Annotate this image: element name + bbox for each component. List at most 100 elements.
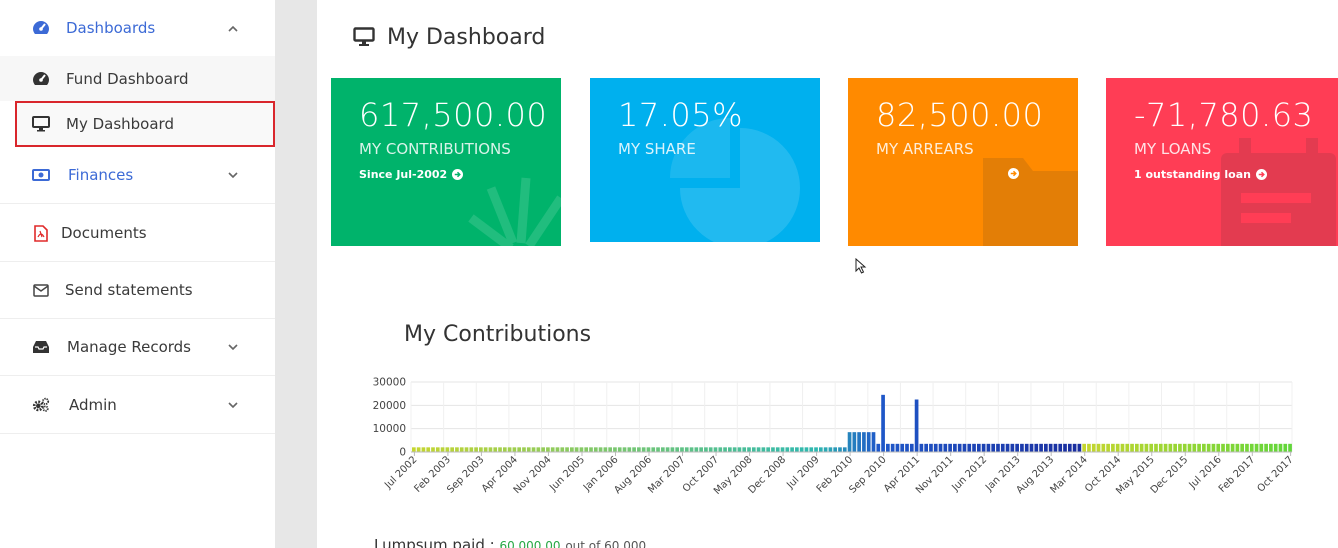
chart-bar: [498, 447, 502, 452]
card-link-text: 1 outstanding loan: [1134, 168, 1251, 181]
chart-bar: [1005, 443, 1010, 452]
chart-bar: [775, 447, 780, 452]
chart-bar: [943, 443, 948, 452]
chart-bar: [981, 443, 986, 452]
chart-bar: [1283, 443, 1288, 452]
chart-bar: [953, 443, 957, 452]
sidebar: Dashboards Fund Dashboard My Dashboard F…: [0, 0, 275, 548]
card-my-share[interactable]: 17.05% MY SHARE: [590, 78, 820, 242]
x-tick-label: Jun 2012: [950, 454, 990, 494]
chart-bar: [579, 447, 584, 452]
sidebar-item-documents[interactable]: Documents: [0, 205, 275, 262]
chevron-down-icon[interactable]: [226, 340, 240, 354]
chart-bar: [531, 447, 536, 452]
card-value: -71,780.63: [1134, 96, 1314, 134]
sidebar-divider: [275, 0, 317, 548]
chart-bar: [603, 447, 608, 452]
chart-bar: [972, 443, 976, 452]
chart-bar: [708, 447, 713, 452]
chevron-up-icon[interactable]: [226, 21, 240, 35]
chart-bar: [1048, 443, 1053, 452]
chart-bar: [613, 447, 617, 452]
chart-bar: [804, 447, 809, 452]
chart-bars: [412, 394, 1292, 452]
chart-bar: [479, 447, 483, 452]
chart-bar: [469, 447, 474, 452]
chevron-down-icon[interactable]: [226, 168, 240, 182]
chart-bar: [1173, 443, 1177, 452]
lumpsum-paid: 60,000.00: [499, 539, 561, 548]
chart-bar: [742, 447, 747, 452]
chart-bar: [450, 447, 454, 452]
card-my-contributions[interactable]: 617,500.00 MY CONTRIBUTIONS Since Jul-20…: [331, 78, 561, 246]
chart-bar: [474, 447, 478, 452]
chart-bar: [1149, 443, 1154, 452]
chart-bar: [584, 447, 589, 452]
chart-bar: [986, 443, 991, 452]
card-my-loans[interactable]: -71,780.63 MY LOANS 1 outstanding loan: [1106, 78, 1338, 246]
chart-bar: [1063, 443, 1067, 452]
chart-bar: [1111, 443, 1115, 452]
chevron-down-icon[interactable]: [226, 398, 240, 412]
chart-bar: [488, 447, 493, 452]
arrow-circle-right-icon: [1255, 169, 1267, 180]
chart-bar: [1211, 443, 1216, 452]
chart-bar: [900, 443, 905, 452]
card-link[interactable]: Since Jul-2002: [359, 168, 464, 181]
chart-bar: [1096, 443, 1101, 452]
cogs-icon: [32, 396, 50, 414]
chart-bar: [967, 443, 972, 452]
chart-bar: [909, 443, 914, 452]
chart-bar: [651, 447, 656, 452]
monitor-icon: [32, 115, 50, 133]
chart-bar: [876, 443, 881, 452]
sidebar-item-finances[interactable]: Finances: [0, 147, 275, 204]
chart-bar: [871, 432, 876, 452]
chart-bar: [881, 394, 885, 452]
chart-bar: [1230, 443, 1235, 452]
sidebar-item-admin[interactable]: Admin: [0, 377, 275, 434]
chart-bar: [933, 443, 938, 452]
card-link[interactable]: 1 outstanding loan: [1134, 168, 1267, 181]
chart-bar: [445, 447, 450, 452]
chart-bar: [1077, 443, 1082, 452]
sidebar-item-label: Admin: [69, 396, 117, 414]
chart-bar: [823, 447, 828, 452]
chart-bar: [1168, 443, 1173, 452]
card-my-arrears[interactable]: 82,500.00 MY ARREARS: [848, 78, 1078, 246]
chart-bar: [1240, 443, 1245, 452]
chart-bar: [1235, 443, 1240, 452]
chart-bar: [747, 447, 751, 452]
sidebar-item-manage-records[interactable]: Manage Records: [0, 319, 275, 376]
chart-bar: [670, 447, 675, 452]
sidebar-item-fund-dashboard[interactable]: Fund Dashboard: [0, 56, 275, 101]
chart-bar: [814, 447, 818, 452]
dashboard-icon: [32, 19, 50, 37]
chart-bar: [886, 443, 890, 452]
chart-bar: [852, 432, 857, 452]
chart-bar: [976, 443, 981, 452]
sidebar-item-send-statements[interactable]: Send statements: [0, 262, 275, 319]
inbox-icon: [32, 338, 50, 356]
chart-bar: [766, 447, 771, 452]
chart-bar: [1144, 443, 1149, 452]
chart-bar: [1158, 443, 1163, 452]
arrow-circle-right-icon: [1008, 168, 1019, 179]
calendar-icon: [1221, 138, 1336, 246]
chart-bar: [1115, 443, 1120, 452]
chart-bar: [713, 447, 718, 452]
chart-bar: [1154, 443, 1158, 452]
sidebar-item-dashboards[interactable]: Dashboards: [0, 0, 275, 57]
chart-bar: [1024, 443, 1029, 452]
card-link[interactable]: [1003, 168, 1019, 179]
sidebar-item-my-dashboard[interactable]: My Dashboard: [15, 101, 275, 147]
chart-bar: [598, 447, 603, 452]
lumpsum-total: out of 60,000: [565, 539, 647, 548]
chart-bar: [1163, 443, 1168, 452]
chart-bar: [617, 447, 622, 452]
chart-bar: [1082, 443, 1087, 452]
chart-bar: [847, 432, 852, 452]
chart-bar: [737, 447, 742, 452]
chart-grid: [410, 381, 1293, 453]
chart-bar: [593, 447, 598, 452]
